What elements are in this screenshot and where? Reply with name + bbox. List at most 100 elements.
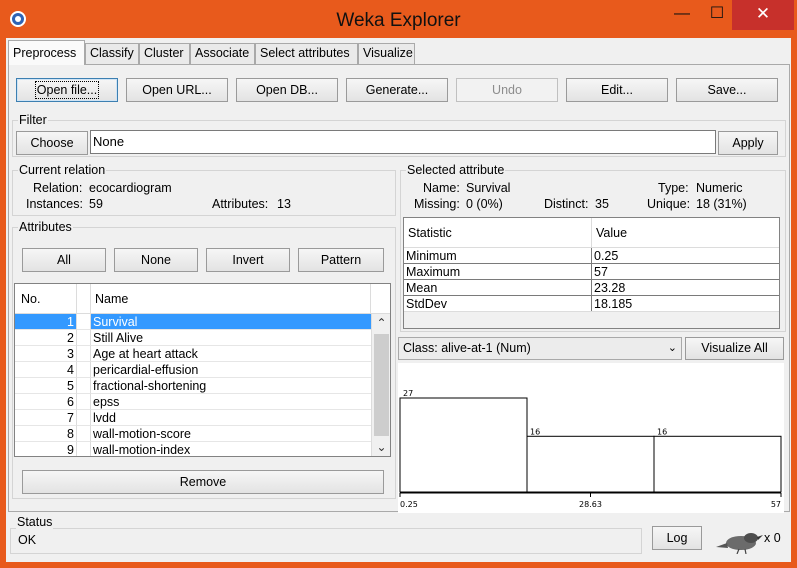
row-checkbox[interactable] xyxy=(77,330,91,346)
tab-visualize[interactable]: Visualize xyxy=(358,43,415,64)
table-row[interactable]: 8 wall-motion-score xyxy=(15,426,371,442)
window-frame-bottom xyxy=(0,562,797,568)
log-button[interactable]: Log xyxy=(652,526,702,550)
generate-button[interactable]: Generate... xyxy=(346,78,448,102)
visualize-all-button[interactable]: Visualize All xyxy=(685,337,784,360)
choose-filter-button[interactable]: Choose xyxy=(16,131,88,155)
attributes-count-label: Attributes: xyxy=(212,197,269,211)
bar-count-label: 27 xyxy=(403,389,413,398)
row-checkbox[interactable] xyxy=(77,362,91,378)
stat-name: StdDev xyxy=(404,296,592,312)
row-number: 6 xyxy=(15,394,77,410)
tab-preprocess[interactable]: Preprocess xyxy=(8,40,85,65)
class-select[interactable]: Class: alive-at-1 (Num) ⌄ xyxy=(398,337,682,360)
statistics-table[interactable]: Statistic Value Minimum 0.25 Maximum 57 … xyxy=(403,217,780,329)
column-header-statistic[interactable]: Statistic xyxy=(404,218,592,248)
table-row[interactable]: 2 Still Alive xyxy=(15,330,371,346)
open-db-button[interactable]: Open DB... xyxy=(236,78,338,102)
attributes-title: Attributes xyxy=(18,220,73,234)
row-number: 7 xyxy=(15,410,77,426)
status-title: Status xyxy=(16,515,54,529)
remove-button[interactable]: Remove xyxy=(22,470,384,494)
scroll-up-icon[interactable]: ⌃ xyxy=(372,314,390,332)
maximize-button[interactable]: ☐ xyxy=(700,0,734,30)
attributes-table[interactable]: No. Name 1 Survival 2 Still Alive 3 Age … xyxy=(14,283,391,457)
window-frame-left xyxy=(0,38,6,568)
task-count: x 0 xyxy=(764,531,781,545)
table-row[interactable]: 3 Age at heart attack xyxy=(15,346,371,362)
stat-row: Mean 23.28 xyxy=(404,280,779,296)
row-name: pericardial-effusion xyxy=(91,362,371,378)
minimize-button[interactable]: — xyxy=(665,0,699,30)
row-number: 5 xyxy=(15,378,77,394)
open-url-button[interactable]: Open URL... xyxy=(126,78,228,102)
tab-cluster[interactable]: Cluster xyxy=(139,43,190,64)
save-button[interactable]: Save... xyxy=(676,78,778,102)
row-number: 1 xyxy=(15,314,77,330)
table-row[interactable]: 9 wall-motion-index xyxy=(15,442,371,456)
scroll-down-icon[interactable]: ⌄ xyxy=(372,438,390,456)
selected-attribute-title: Selected attribute xyxy=(406,163,506,177)
filter-field[interactable]: None xyxy=(90,130,716,154)
attributes-count-value: 13 xyxy=(277,197,291,211)
row-name: fractional-shortening xyxy=(91,378,371,394)
table-row[interactable]: 6 epss xyxy=(15,394,371,410)
attr-missing-value: 0 (0%) xyxy=(466,197,503,211)
open-file-button[interactable]: Open file... xyxy=(16,78,118,102)
chevron-down-icon[interactable]: ⌄ xyxy=(668,338,677,359)
histogram-bar xyxy=(526,435,655,493)
row-name: Still Alive xyxy=(91,330,371,346)
attr-name-label: Name: xyxy=(423,181,460,195)
table-row[interactable]: 4 pericardial-effusion xyxy=(15,362,371,378)
weka-bird-icon[interactable] xyxy=(713,528,763,554)
current-relation-title: Current relation xyxy=(18,163,107,177)
relation-value: ecocardiogram xyxy=(89,181,172,195)
stat-row: Maximum 57 xyxy=(404,264,779,280)
apply-filter-button[interactable]: Apply xyxy=(718,131,778,155)
tab-select-attributes[interactable]: Select attributes xyxy=(255,43,358,64)
row-number: 9 xyxy=(15,442,77,456)
row-checkbox[interactable] xyxy=(77,346,91,362)
row-name: wall-motion-index xyxy=(91,442,371,456)
close-button[interactable]: ✕ xyxy=(732,0,794,30)
column-header-no[interactable]: No. xyxy=(15,284,77,314)
stat-value: 23.28 xyxy=(592,280,779,296)
row-checkbox[interactable] xyxy=(77,378,91,394)
attr-missing-label: Missing: xyxy=(414,197,460,211)
status-text: OK xyxy=(18,533,37,547)
undo-button[interactable]: Undo xyxy=(456,78,558,102)
row-checkbox[interactable] xyxy=(77,426,91,442)
row-checkbox[interactable] xyxy=(77,394,91,410)
statistics-scrollbar[interactable] xyxy=(404,311,779,328)
column-header-checkbox[interactable] xyxy=(77,284,91,314)
select-none-button[interactable]: None xyxy=(114,248,198,272)
row-checkbox[interactable] xyxy=(77,442,91,456)
tab-classify[interactable]: Classify xyxy=(85,43,139,64)
row-name: Age at heart attack xyxy=(91,346,371,362)
select-all-button[interactable]: All xyxy=(22,248,106,272)
column-header-name[interactable]: Name xyxy=(91,284,371,314)
x-tick-label: 57 xyxy=(771,500,781,509)
pattern-button[interactable]: Pattern xyxy=(298,248,384,272)
invert-selection-button[interactable]: Invert xyxy=(206,248,290,272)
histogram[interactable]: 27 16 16 0.25 28.63 57 xyxy=(398,363,784,513)
stat-value: 0.25 xyxy=(592,248,779,264)
table-row[interactable]: 5 fractional-shortening xyxy=(15,378,371,394)
tab-associate[interactable]: Associate xyxy=(190,43,255,64)
attr-unique-value: 18 (31%) xyxy=(696,197,747,211)
row-name: Survival xyxy=(91,314,371,330)
row-checkbox[interactable] xyxy=(77,410,91,426)
table-row[interactable]: 1 Survival xyxy=(15,314,371,330)
row-number: 2 xyxy=(15,330,77,346)
edit-button[interactable]: Edit... xyxy=(566,78,668,102)
attr-distinct-label: Distinct: xyxy=(544,197,589,211)
row-checkbox[interactable] xyxy=(77,314,91,330)
column-header-value[interactable]: Value xyxy=(592,218,779,248)
stat-name: Mean xyxy=(404,280,592,296)
stat-row: Minimum 0.25 xyxy=(404,248,779,264)
scrollbar-thumb[interactable] xyxy=(374,334,389,436)
class-select-value: Class: alive-at-1 (Num) xyxy=(403,341,531,355)
table-row[interactable]: 7 lvdd xyxy=(15,410,371,426)
row-number: 3 xyxy=(15,346,77,362)
attributes-scrollbar[interactable]: ⌃ ⌄ xyxy=(371,314,390,456)
